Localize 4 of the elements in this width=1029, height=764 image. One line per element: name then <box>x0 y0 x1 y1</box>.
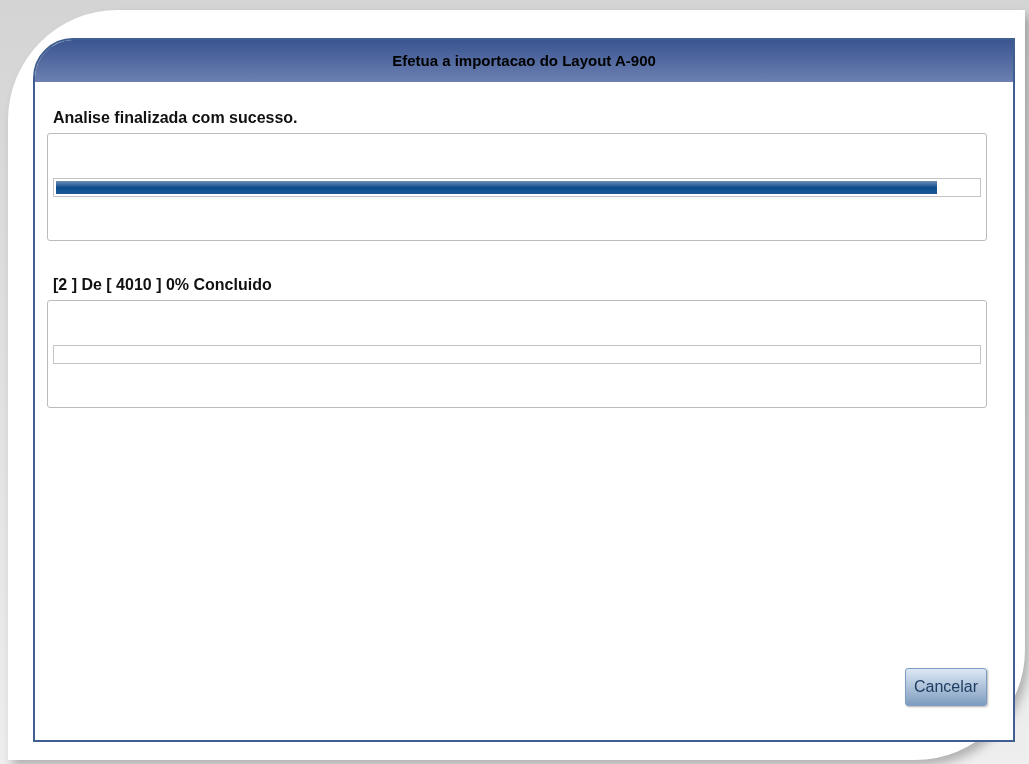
status-label: [2 ] De [ 4010 ] 0% Concluido <box>52 275 273 295</box>
status-label: Analise finalizada com sucesso. <box>52 108 299 128</box>
dialog-title: Efetua a importacao do Layout A-900 <box>392 50 656 71</box>
cancel-button[interactable]: Cancelar <box>904 668 987 706</box>
